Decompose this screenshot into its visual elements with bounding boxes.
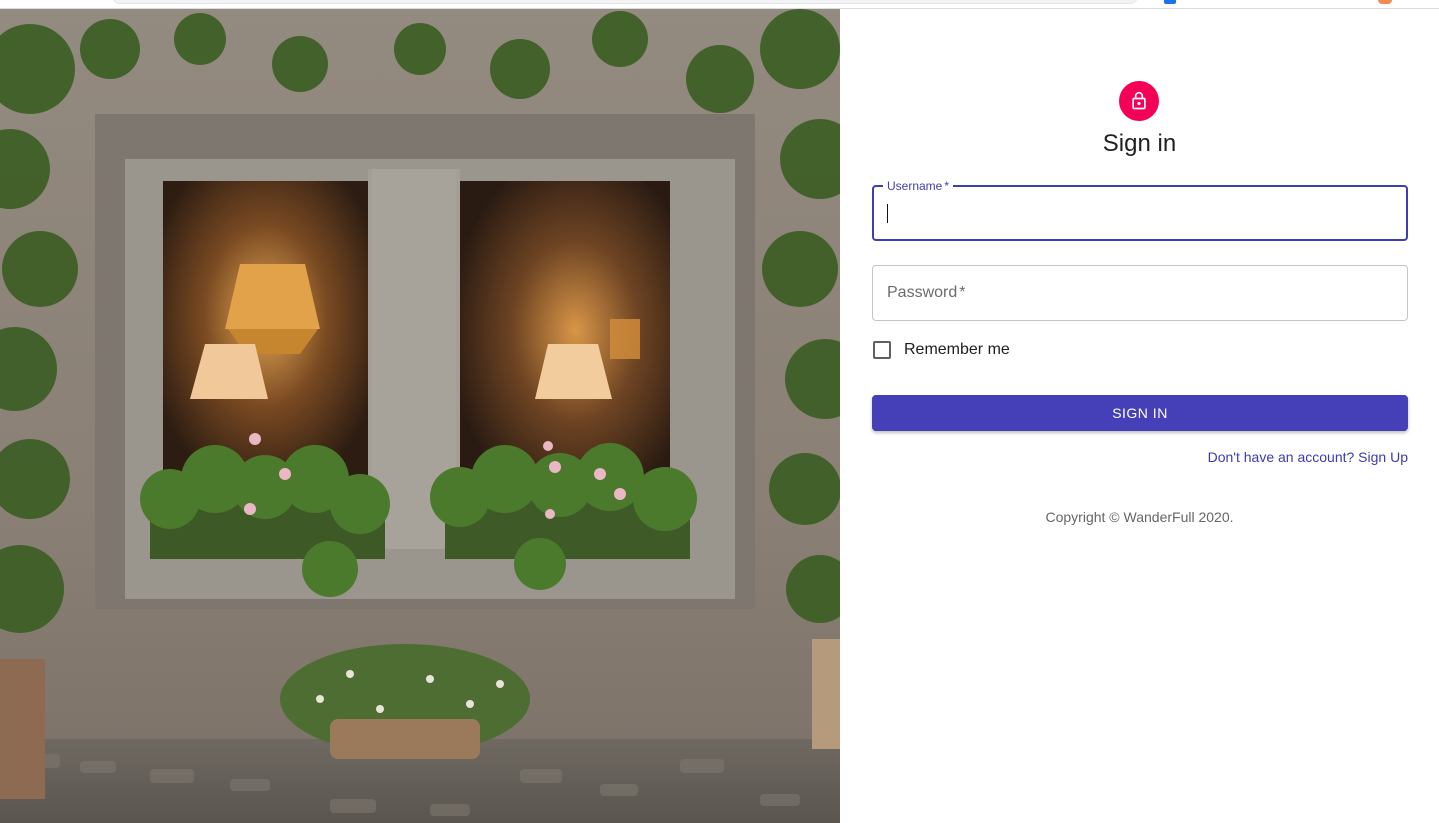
copyright-text: Copyright © WanderFull 2020.: [1045, 509, 1234, 525]
signin-panel: Sign in Username * Password * Remember me …: [840, 9, 1439, 823]
password-field[interactable]: Password *: [872, 265, 1408, 321]
username-input[interactable]: [874, 187, 1406, 239]
lock-avatar: [1119, 81, 1159, 121]
address-bar[interactable]: [112, 0, 1138, 4]
profile-icon[interactable]: [1378, 0, 1392, 4]
hero-image: [0, 9, 840, 823]
username-field[interactable]: Username *: [872, 179, 1408, 241]
lock-icon: [1132, 91, 1146, 110]
remember-me-label: Remember me: [904, 341, 1010, 358]
browser-top-strip: [0, 0, 1439, 9]
checkbox-box[interactable]: [873, 341, 891, 359]
remember-me-checkbox[interactable]: Remember me: [872, 339, 1010, 361]
sign-in-button[interactable]: SIGN IN: [872, 395, 1408, 431]
extension-icon[interactable]: [1164, 0, 1176, 4]
sign-up-link[interactable]: Don't have an account? Sign Up: [1208, 449, 1408, 465]
password-input[interactable]: [873, 266, 1407, 320]
page-title: Sign in: [1102, 130, 1177, 157]
